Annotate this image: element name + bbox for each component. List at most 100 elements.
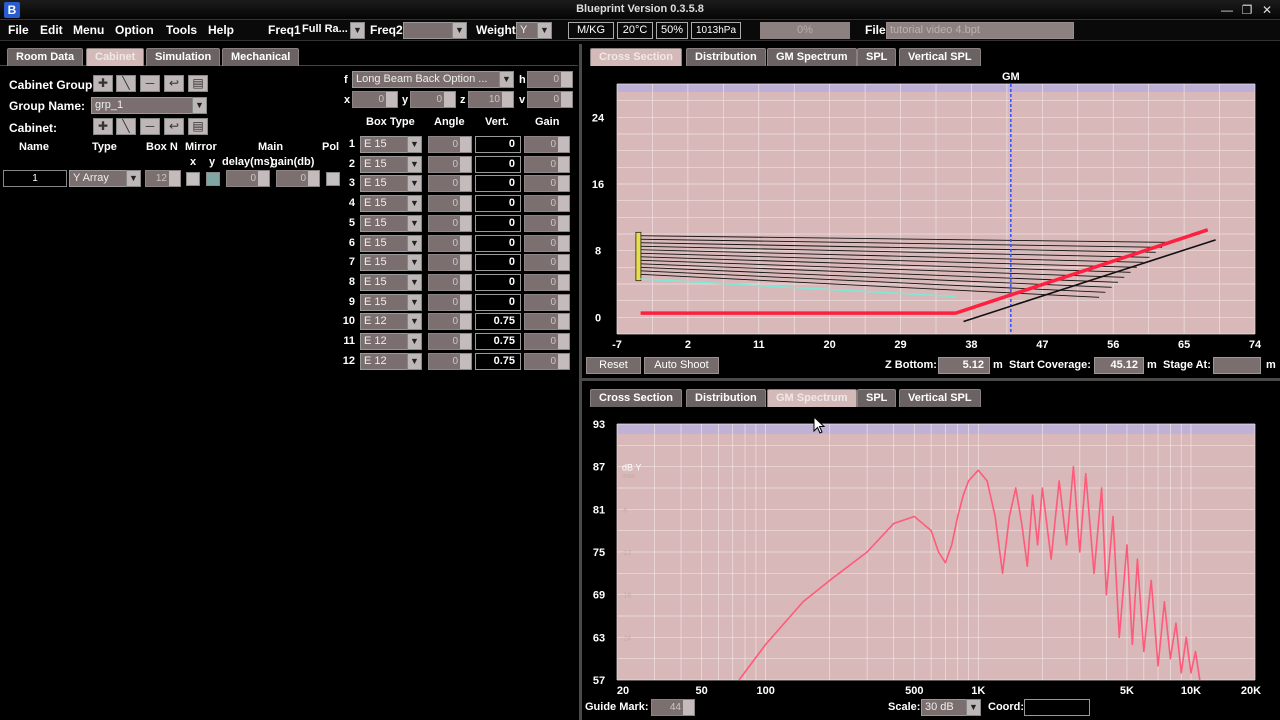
scale-dropdown-icon[interactable]: ▼ (966, 699, 981, 716)
file-name-field[interactable]: tutorial video 4.bpt (886, 22, 1074, 39)
top-tab-distribution[interactable]: Distribution (686, 48, 766, 66)
mirror-y-checkbox[interactable] (206, 172, 220, 186)
box-type-dropdown-icon[interactable]: ▼ (407, 195, 422, 213)
top-tab-cross-section[interactable]: Cross Section (590, 48, 682, 66)
box-type-dropdown-icon[interactable]: ▼ (407, 293, 422, 311)
box-type-dropdown-icon[interactable]: ▼ (407, 313, 422, 331)
box-type-select[interactable]: E 12 (360, 333, 408, 350)
temperature-field[interactable]: 20°C (617, 22, 653, 39)
box-type-select[interactable]: E 12 (360, 352, 408, 370)
scale-select[interactable]: 30 dB (921, 699, 967, 716)
vert-field[interactable]: 0.75 (475, 333, 521, 350)
tab-cabinet[interactable]: Cabinet (86, 48, 145, 66)
y-spinner[interactable]: 0 (410, 91, 456, 108)
vert-field[interactable]: 0 (475, 195, 521, 213)
box-gain-spinner[interactable]: 0 (524, 273, 570, 291)
pressure-field[interactable]: 1013hPa (691, 22, 741, 39)
box-gain-spinner[interactable]: 0 (524, 195, 570, 213)
cross-section-chart[interactable]: -7 2 11 20 29 38 47 56 65 74 24 16 8 0 GM (582, 66, 1280, 354)
edit-group-icon[interactable]: ╲ (116, 75, 136, 92)
vert-field[interactable]: 0 (475, 214, 521, 232)
box-gain-spinner[interactable]: 0 (524, 155, 570, 173)
box-gain-spinner[interactable]: 0 (524, 214, 570, 232)
bottom-tab-vertical-spl[interactable]: Vertical SPL (899, 389, 981, 407)
vert-field[interactable]: 0.75 (475, 313, 521, 331)
box-n-spinner[interactable]: 12 (145, 170, 181, 187)
z-bottom-field[interactable]: 5.12 (938, 357, 990, 374)
gm-spectrum-chart[interactable]: 93 87 81 75 69 63 57 20 50 100 500 1K 5K 10K 20K dB Yma… (582, 407, 1280, 697)
group-name-select[interactable]: grp_1 (91, 97, 193, 114)
preset-dropdown-icon[interactable]: ▼ (499, 71, 514, 88)
start-coverage-field[interactable]: 45.12 (1094, 357, 1144, 374)
top-tab-spl[interactable]: SPL (857, 48, 897, 66)
chart-splitter[interactable] (582, 378, 1280, 381)
cabinet-type-dropdown-icon[interactable]: ▼ (126, 170, 141, 187)
remove-group-icon[interactable]: ─ (140, 75, 160, 92)
box-type-select[interactable]: E 12 (360, 313, 408, 331)
bottom-tab-distribution[interactable]: Distribution (686, 389, 766, 407)
weight-select[interactable]: Y (516, 22, 538, 39)
auto-shoot-button[interactable]: Auto Shoot (644, 357, 719, 374)
z-spinner[interactable]: 10 (468, 91, 514, 108)
x-spinner[interactable]: 0 (352, 91, 398, 108)
menu-help[interactable]: Help (208, 23, 234, 37)
tab-simulation[interactable]: Simulation (146, 48, 221, 66)
angle-spinner[interactable]: 0 (428, 273, 472, 291)
coord-field[interactable] (1024, 699, 1090, 716)
delay-spinner[interactable]: 0 (226, 170, 270, 187)
box-type-dropdown-icon[interactable]: ▼ (407, 214, 422, 232)
cabinet-name-field[interactable]: 1 (3, 170, 67, 187)
bottom-tab-gm-spectrum[interactable]: GM Spectrum (767, 389, 857, 407)
menu-edit[interactable]: Edit (40, 23, 63, 37)
h-spinner[interactable]: 0 (527, 71, 573, 88)
box-gain-spinner[interactable]: 0 (524, 254, 570, 272)
box-type-dropdown-icon[interactable]: ▼ (407, 234, 422, 252)
box-type-dropdown-icon[interactable]: ▼ (407, 333, 422, 350)
box-gain-spinner[interactable]: 0 (524, 136, 570, 153)
bottom-tab-cross-section[interactable]: Cross Section (590, 389, 682, 407)
box-type-dropdown-icon[interactable]: ▼ (407, 136, 422, 153)
remove-cabinet-icon[interactable]: ─ (140, 118, 160, 135)
freq2-select[interactable] (403, 22, 453, 39)
minimize-icon[interactable]: — (1218, 2, 1236, 18)
angle-spinner[interactable]: 0 (428, 333, 472, 350)
vert-field[interactable]: 0.75 (475, 352, 521, 370)
top-tab-vertical-spl[interactable]: Vertical SPL (899, 48, 981, 66)
close-icon[interactable]: ✕ (1258, 2, 1276, 18)
box-type-select[interactable]: E 15 (360, 234, 408, 252)
menu-menu[interactable]: Menu (73, 23, 104, 37)
box-gain-spinner[interactable]: 0 (524, 313, 570, 331)
vert-field[interactable]: 0 (475, 155, 521, 173)
menu-tools[interactable]: Tools (166, 23, 197, 37)
box-type-dropdown-icon[interactable]: ▼ (407, 155, 422, 173)
units-toggle[interactable]: M/KG (568, 22, 614, 39)
copy-group-icon[interactable]: ↩ (164, 75, 184, 92)
box-type-select[interactable]: E 15 (360, 214, 408, 232)
polarity-checkbox[interactable] (326, 172, 340, 186)
freq1-value[interactable]: Full Ra... (302, 23, 348, 35)
menu-option[interactable]: Option (115, 23, 154, 37)
box-gain-spinner[interactable]: 0 (524, 175, 570, 193)
group-name-dropdown-icon[interactable]: ▼ (192, 97, 207, 114)
tab-mechanical[interactable]: Mechanical (222, 48, 300, 66)
freq1-dropdown-icon[interactable]: ▼ (350, 22, 365, 39)
box-type-dropdown-icon[interactable]: ▼ (407, 352, 422, 370)
angle-spinner[interactable]: 0 (428, 195, 472, 213)
guide-mark-spinner[interactable]: 44 (651, 699, 695, 716)
top-tab-gm-spectrum[interactable]: GM Spectrum (767, 48, 857, 66)
box-type-select[interactable]: E 15 (360, 136, 408, 153)
box-type-dropdown-icon[interactable]: ▼ (407, 254, 422, 272)
angle-spinner[interactable]: 0 (428, 234, 472, 252)
preset-select[interactable]: Long Beam Back Option ... (352, 71, 500, 88)
edit-cabinet-icon[interactable]: ╲ (116, 118, 136, 135)
box-gain-spinner[interactable]: 0 (524, 234, 570, 252)
angle-spinner[interactable]: 0 (428, 352, 472, 370)
reset-button[interactable]: Reset (586, 357, 641, 374)
stage-at-field[interactable] (1213, 357, 1261, 374)
weight-dropdown-icon[interactable]: ▼ (537, 22, 552, 39)
copy-cabinet-icon[interactable]: ↩ (164, 118, 184, 135)
angle-spinner[interactable]: 0 (428, 313, 472, 331)
angle-spinner[interactable]: 0 (428, 155, 472, 173)
bottom-tab-spl[interactable]: SPL (857, 389, 897, 407)
add-cabinet-icon[interactable]: ✚ (93, 118, 113, 135)
